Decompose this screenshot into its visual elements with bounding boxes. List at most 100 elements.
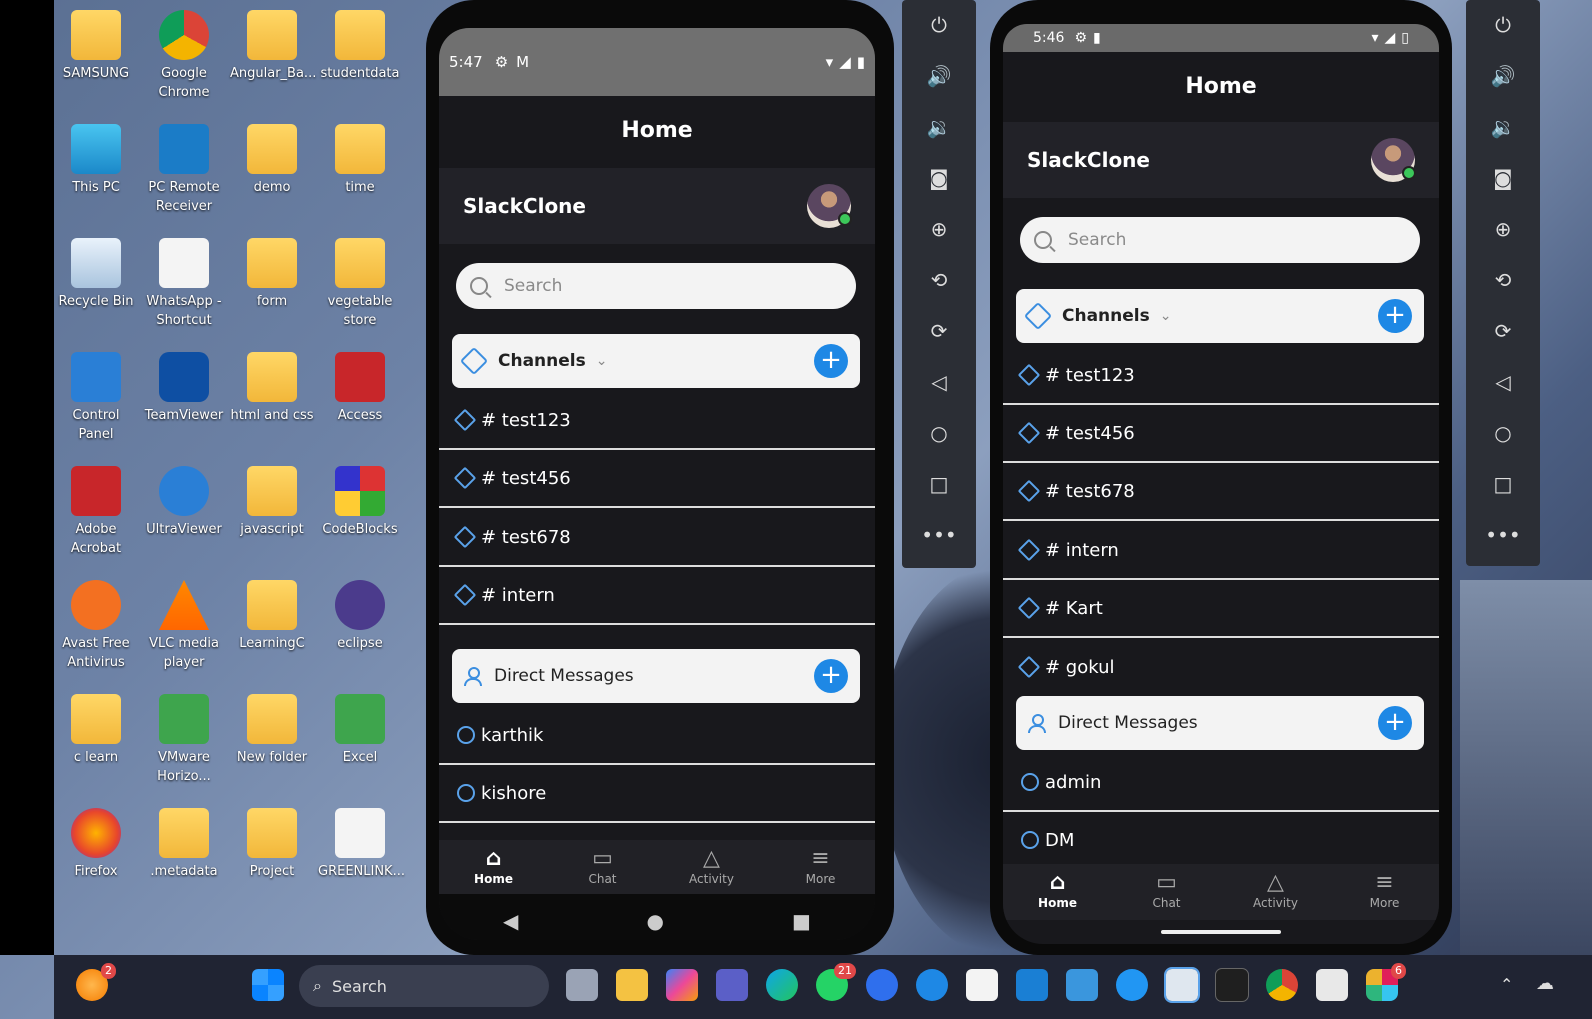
whatsapp-icon[interactable]: 21 [816,963,856,1001]
channel-row[interactable]: # gokul [1003,638,1439,696]
nav-home[interactable]: ⌂ Home [439,840,548,896]
desktop-icon-demo[interactable]: demo [230,114,314,197]
camera-icon[interactable]: ◙ [1466,153,1540,204]
nav-more[interactable]: ≡ More [766,840,875,896]
app-icon[interactable] [916,969,948,1001]
terminal-icon[interactable] [1215,968,1249,1002]
task-view-icon[interactable] [566,969,598,1001]
channel-row[interactable]: # test123 [1003,347,1439,405]
desktop-icon-new-folder[interactable]: New folder [230,684,314,767]
desktop-icon-greenlink[interactable]: GREENLINK... [318,798,405,881]
copilot-icon[interactable] [666,969,698,1001]
rotate-left-icon[interactable]: ⟲ [1466,255,1540,306]
direct-messages-header[interactable]: Direct Messages + [1016,696,1424,750]
nav-activity[interactable]: △ Activity [657,840,766,896]
zoom-in-icon[interactable]: ⊕ [1466,204,1540,255]
edge-icon[interactable] [766,969,798,1001]
dm-row[interactable]: admin [1003,754,1439,812]
desktop-icon-learningc[interactable]: LearningC [230,570,314,653]
home-circle-icon[interactable]: ○ [902,408,976,459]
desktop-icon-vmware[interactable]: VMware Horizo... [142,684,226,786]
desktop-icon-vlc[interactable]: VLC media player [142,570,226,672]
dm-row[interactable]: karthik [439,707,875,765]
dm-row[interactable]: kishore [439,765,875,823]
chrome-icon[interactable] [1266,969,1298,1001]
add-channel-button[interactable]: + [1378,299,1412,333]
chevron-down-icon[interactable]: ⌄ [596,353,608,369]
more-icon[interactable]: ••• [902,510,976,561]
volume-up-icon[interactable]: 🔊 [1466,51,1540,102]
desktop-icon-teamviewer[interactable]: TeamViewer [142,342,226,425]
store-icon[interactable] [966,969,998,1001]
desktop-icon-studentdata[interactable]: studentdata [318,0,402,83]
desktop-icon-firefox[interactable]: Firefox [54,798,138,881]
zoom-in-icon[interactable]: ⊕ [902,204,976,255]
overview-icon[interactable]: □ [902,459,976,510]
start-button[interactable] [252,969,284,1001]
channel-row[interactable]: # Kart [1003,580,1439,638]
power-icon[interactable]: ⏻ [902,0,976,51]
channel-row[interactable]: # test123 [439,392,875,450]
notepad-icon[interactable] [1066,969,1098,1001]
volume-down-icon[interactable]: 🔉 [1466,102,1540,153]
channel-row[interactable]: # intern [439,567,875,625]
recents-icon[interactable]: ■ [792,909,811,933]
desktop-icon-ultraviewer[interactable]: UltraViewer [142,456,226,539]
taskbar-search[interactable]: ⌕ Search [299,965,549,1007]
desktop-icon-acrobat[interactable]: Adobe Acrobat [54,456,138,558]
search-input[interactable]: Search [1020,217,1420,263]
desktop-icon-samsung[interactable]: SAMSUNG [54,0,138,83]
avatar[interactable] [1371,138,1416,182]
channel-row[interactable]: # test678 [1003,463,1439,521]
chevron-up-icon[interactable]: ⌃ [1500,975,1513,994]
back-icon[interactable]: ◁ [902,357,976,408]
channel-row[interactable]: # test456 [439,450,875,508]
nav-activity[interactable]: △ Activity [1221,864,1330,920]
desktop-icon-form[interactable]: form [230,228,314,311]
desktop-icon-javascript[interactable]: javascript [230,456,314,539]
rotate-left-icon[interactable]: ⟲ [902,255,976,306]
volume-up-icon[interactable]: 🔊 [902,51,976,102]
desktop-icon-vegetable[interactable]: vegetable store [318,228,402,330]
desktop-icon-angular[interactable]: Angular_Ba... [230,0,316,83]
add-dm-button[interactable]: + [1378,706,1412,740]
more-icon[interactable]: ••• [1466,510,1540,561]
desktop-icon-chrome[interactable]: Google Chrome [142,0,226,102]
desktop-icon-this-pc[interactable]: This PC [54,114,138,197]
emulator-icon[interactable] [1164,967,1200,1003]
overview-icon[interactable]: □ [1466,459,1540,510]
desktop-icon-recycle-bin[interactable]: Recycle Bin [54,228,138,311]
search-input[interactable]: Search [456,263,856,309]
add-dm-button[interactable]: + [814,659,848,693]
weather-widget-icon[interactable]: 2 [76,963,116,1001]
dm-row[interactable]: DM [1003,812,1439,870]
chevron-down-icon[interactable]: ⌄ [1160,308,1172,324]
nav-more[interactable]: ≡ More [1330,864,1439,920]
desktop-icon-whatsapp[interactable]: WhatsApp - Shortcut [142,228,226,330]
home-circle-icon[interactable]: ● [647,909,664,933]
channels-header[interactable]: Channels ⌄ + [1016,289,1424,343]
direct-messages-header[interactable]: Direct Messages + [452,649,860,703]
volume-down-icon[interactable]: 🔉 [902,102,976,153]
teams-icon[interactable] [716,969,748,1001]
desktop-icon-html-css[interactable]: html and css [230,342,314,425]
slack-icon[interactable]: 6 [1366,963,1406,1001]
desktop-icon-eclipse[interactable]: eclipse [318,570,402,653]
file-explorer-icon[interactable] [616,969,648,1001]
home-circle-icon[interactable]: ○ [1466,408,1540,459]
nav-chat[interactable]: ▭ Chat [1112,864,1221,920]
desktop-icon-excel[interactable]: Excel [318,684,402,767]
desktop-icon-metadata[interactable]: .metadata [142,798,226,881]
desktop-icon-project[interactable]: Project [230,798,314,881]
camera-icon[interactable]: ◙ [902,153,976,204]
vscode-icon[interactable] [1016,969,1048,1001]
snipping-tool-icon[interactable] [1316,969,1348,1001]
desktop-icon-c-learn[interactable]: c learn [54,684,138,767]
avatar[interactable] [807,184,852,228]
back-icon[interactable]: ◀ [503,909,518,933]
app-icon[interactable] [866,969,898,1001]
power-icon[interactable]: ⏻ [1466,0,1540,51]
nav-chat[interactable]: ▭ Chat [548,840,657,896]
add-channel-button[interactable]: + [814,344,848,378]
channel-row[interactable]: # test456 [1003,405,1439,463]
